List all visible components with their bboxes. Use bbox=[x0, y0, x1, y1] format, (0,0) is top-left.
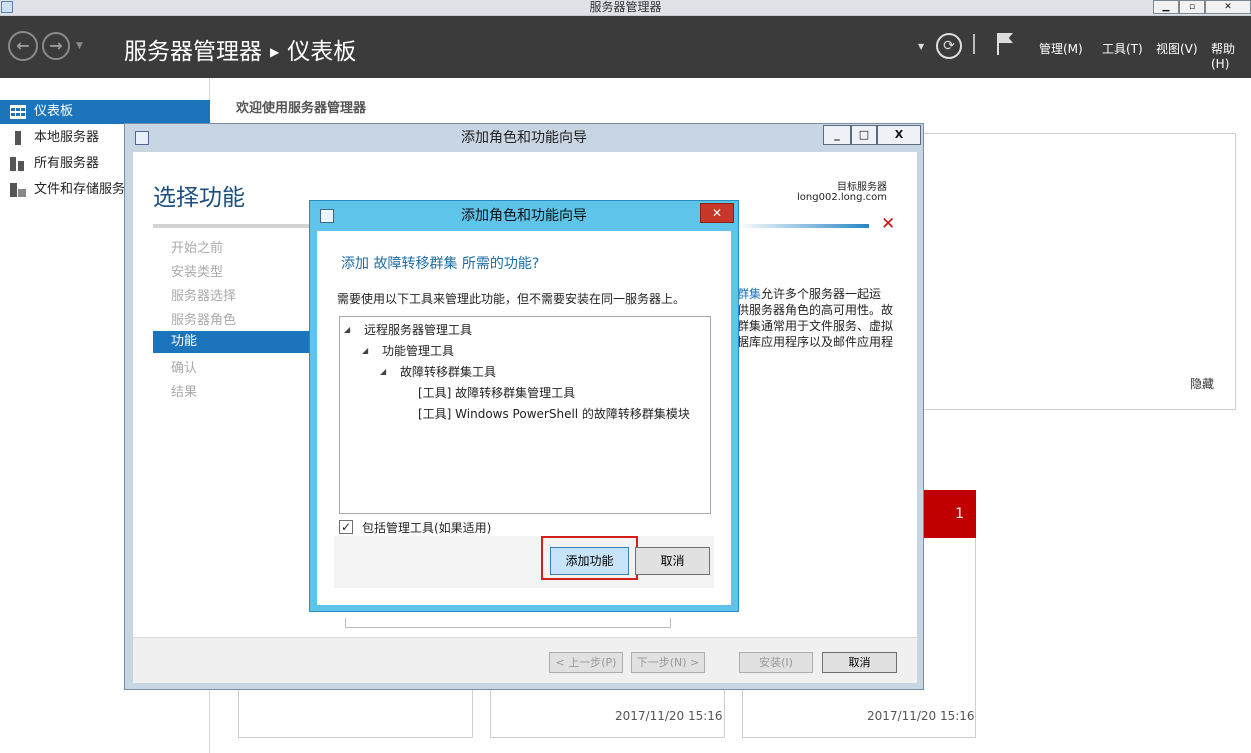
tree-node-powershell-module[interactable]: [工具] Windows PowerShell 的故障转移群集模块 bbox=[418, 405, 690, 422]
previous-button[interactable]: < 上一步(P) bbox=[549, 652, 623, 673]
minimize-button[interactable]: ▁ bbox=[1153, 0, 1179, 14]
wizard-window-controls: _ □ X bbox=[823, 125, 921, 145]
feature-description: 群集允许多个服务器一起运 供服务器角色的高可用性。故 群集通常用于文件服务、虚拟… bbox=[737, 286, 897, 350]
next-button[interactable]: 下一步(N) > bbox=[631, 652, 705, 673]
close-window-button[interactable]: ✕ bbox=[1205, 0, 1251, 14]
wizard-maximize-button[interactable]: □ bbox=[851, 125, 877, 145]
tree-node-failover-cluster-tools[interactable]: 故障转移群集工具 bbox=[400, 363, 496, 380]
description-highlight: 群集 bbox=[737, 287, 762, 301]
menu-manage[interactable]: 管理(M) bbox=[1039, 40, 1083, 57]
step-results[interactable]: 结果 bbox=[171, 381, 197, 400]
step-server-roles[interactable]: 服务器角色 bbox=[171, 309, 236, 328]
dialog-title: 添加角色和功能向导 bbox=[461, 208, 587, 224]
tree-expand-icon[interactable]: ◢ bbox=[362, 346, 368, 355]
sidebar-item-label: 所有服务器 bbox=[34, 156, 100, 171]
wizard-heading: 选择功能 bbox=[153, 185, 245, 211]
back-button[interactable]: ← bbox=[8, 31, 38, 61]
wizard-close-button[interactable]: X bbox=[877, 125, 921, 145]
description-line: 群集通常用于文件服务、虚拟 bbox=[737, 319, 894, 333]
welcome-title: 欢迎使用服务器管理器 bbox=[236, 101, 367, 116]
forward-button[interactable]: → bbox=[42, 32, 70, 60]
dialog-note: 需要使用以下工具来管理此功能，但不需要安装在同一服务器上。 bbox=[337, 292, 686, 306]
back-arrow-icon: ← bbox=[16, 36, 30, 55]
wizard-minimize-button[interactable]: _ bbox=[823, 125, 851, 145]
description-line: 供服务器角色的高可用性。故 bbox=[737, 303, 894, 317]
wizard-footer: < 上一步(P) 下一步(N) > 安装(I) 取消 bbox=[133, 637, 917, 683]
dialog-question: 添加 故障转移群集 所需的功能? bbox=[341, 256, 540, 272]
description-line: 允许多个服务器一起运 bbox=[761, 287, 882, 301]
target-server-label: 目标服务器 bbox=[837, 182, 887, 193]
dialog-body: 添加 故障转移群集 所需的功能? 需要使用以下工具来管理此功能，但不需要安装在同… bbox=[317, 231, 731, 605]
menu-help[interactable]: 帮助(H) bbox=[1211, 40, 1251, 71]
description-line: 据库应用程序以及邮件应用程 bbox=[737, 335, 894, 349]
notifications-flag-icon[interactable] bbox=[997, 33, 1013, 55]
window-title: 服务器管理器 bbox=[589, 0, 662, 14]
tile-timestamp: 2017/11/20 15:16 bbox=[615, 709, 723, 723]
forward-arrow-icon: → bbox=[49, 36, 63, 55]
quick-start-panel bbox=[880, 133, 1236, 410]
tree-node-rsat[interactable]: 远程服务器管理工具 bbox=[364, 321, 472, 338]
wizard-cancel-x-icon[interactable]: ✕ bbox=[881, 214, 895, 234]
history-dropdown-icon[interactable]: ▼ bbox=[76, 41, 83, 51]
breadcrumb-app: 服务器管理器 bbox=[124, 39, 262, 65]
heading-divider bbox=[153, 224, 313, 228]
tree-expand-icon[interactable]: ◢ bbox=[344, 325, 350, 334]
add-features-dialog: 添加角色和功能向导 ✕ 添加 故障转移群集 所需的功能? 需要使用以下工具来管理… bbox=[309, 200, 739, 612]
server-tile-1[interactable] bbox=[238, 690, 473, 738]
header-gradient-bar bbox=[737, 224, 869, 228]
dialog-close-button[interactable]: ✕ bbox=[700, 203, 734, 223]
add-features-button[interactable]: 添加功能 bbox=[550, 547, 629, 575]
all-servers-icon bbox=[10, 157, 24, 171]
dialog-cancel-button[interactable]: 取消 bbox=[635, 547, 710, 575]
breadcrumb-separator-icon: ▶ bbox=[270, 45, 280, 59]
tile-alert-count: 1 bbox=[924, 490, 976, 538]
wizard-cancel-button[interactable]: 取消 bbox=[822, 652, 897, 673]
step-before-you-begin[interactable]: 开始之前 bbox=[171, 237, 223, 256]
include-tools-label: 包括管理工具(如果适用) bbox=[362, 521, 492, 535]
step-installation-type[interactable]: 安装类型 bbox=[171, 261, 223, 280]
menu-view[interactable]: 视图(V) bbox=[1156, 40, 1198, 57]
sidebar-item-label: 本地服务器 bbox=[34, 130, 100, 145]
refresh-icon[interactable]: ⟳ bbox=[936, 33, 962, 59]
include-tools-checkbox[interactable]: ✓ bbox=[339, 520, 353, 534]
window-titlebar: 服务器管理器 ▁ ▫ ✕ bbox=[0, 0, 1251, 16]
window-controls: ▁ ▫ ✕ bbox=[1153, 0, 1251, 14]
local-server-icon bbox=[15, 131, 21, 145]
breadcrumb: 服务器管理器 ▶ 仪表板 bbox=[124, 32, 356, 66]
hide-link[interactable]: 隐藏 bbox=[1190, 375, 1214, 392]
tree-node-feature-admin-tools[interactable]: 功能管理工具 bbox=[382, 342, 454, 359]
features-list-edge bbox=[345, 618, 671, 628]
tree-expand-icon[interactable]: ◢ bbox=[380, 367, 386, 376]
step-server-selection[interactable]: 服务器选择 bbox=[171, 285, 236, 304]
target-server-value: long002.long.com bbox=[797, 192, 887, 203]
menu-tools[interactable]: 工具(T) bbox=[1102, 40, 1143, 57]
step-features[interactable]: 功能 bbox=[153, 331, 313, 353]
file-storage-icon bbox=[10, 183, 26, 197]
tile-timestamp: 2017/11/20 15:16 bbox=[867, 709, 975, 723]
install-button[interactable]: 安装(I) bbox=[739, 652, 813, 673]
step-confirmation[interactable]: 确认 bbox=[171, 357, 197, 376]
wizard-title: 添加角色和功能向导 bbox=[461, 130, 587, 146]
sidebar-item-label: 仪表板 bbox=[34, 104, 74, 119]
header-divider bbox=[973, 34, 975, 54]
maximize-button[interactable]: ▫ bbox=[1179, 0, 1205, 14]
tree-node-cluster-manager[interactable]: [工具] 故障转移群集管理工具 bbox=[418, 384, 575, 401]
dashboard-icon bbox=[10, 105, 26, 119]
refresh-dropdown-icon[interactable]: ▼ bbox=[918, 42, 924, 51]
app-header: ← → ▼ 服务器管理器 ▶ 仪表板 ▼ ⟳ 管理(M) 工具(T) 视图(V) 帮… bbox=[0, 16, 1251, 78]
required-features-tree[interactable]: ◢ 远程服务器管理工具 ◢ 功能管理工具 ◢ 故障转移群集工具 [工具] 故障转… bbox=[339, 316, 711, 514]
sidebar-item-label: 文件和存储服务 bbox=[34, 182, 126, 197]
breadcrumb-page: 仪表板 bbox=[287, 39, 357, 65]
sidebar-item-dashboard[interactable]: 仪表板 bbox=[0, 100, 210, 124]
